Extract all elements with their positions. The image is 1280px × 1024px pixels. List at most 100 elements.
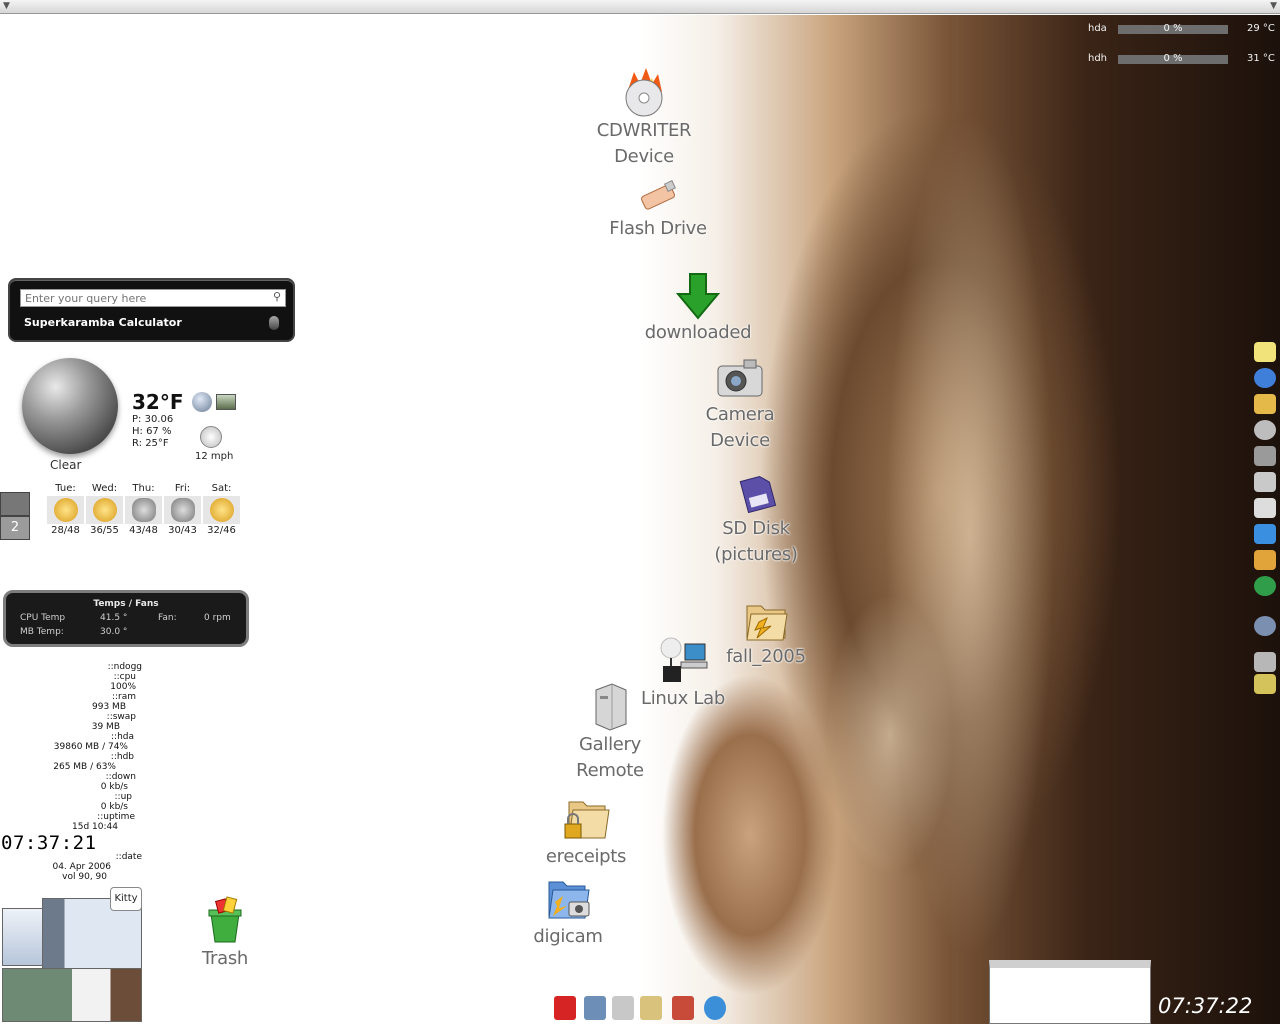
desktop-icon-trash[interactable]: Trash (186, 896, 264, 972)
right-launcher (1252, 340, 1278, 700)
terminal-icon[interactable] (584, 996, 606, 1020)
sysinfo-line: 15d 10:44 (72, 822, 118, 832)
sysinfo-line: ::cpu (113, 672, 136, 682)
temps-fans-widget: Temps / Fans CPU Temp 41.5 ° Fan: 0 rpm … (3, 590, 249, 647)
pager-icon[interactable] (1254, 652, 1276, 672)
mb-temp-value: 30.0 ° (100, 627, 128, 637)
date-widget: ::date 04. Apr 2006 vol 90, 90 (0, 852, 150, 882)
calculator-title: Superkaramba Calculator (24, 316, 182, 329)
notes-icon[interactable] (1254, 342, 1276, 362)
tools-icon[interactable] (1254, 446, 1276, 466)
folder-icon[interactable] (1254, 550, 1276, 570)
sysinfo-line: 993 MB (92, 702, 126, 712)
sysinfo-line: ::up (114, 792, 132, 802)
popup-window[interactable] (989, 960, 1151, 1024)
sysinfo-line: 0 kb/s (100, 802, 128, 812)
desktop-icon-downloaded[interactable]: downloaded (640, 272, 756, 346)
pager-icon[interactable] (1254, 674, 1276, 694)
edit-icon[interactable] (1254, 394, 1276, 414)
forecast-day-label: Thu: (125, 482, 162, 496)
icon-label-line1: Trash (201, 948, 249, 969)
humidity-value: H: 67 % (132, 426, 172, 437)
files-icon[interactable] (640, 996, 662, 1020)
desktop-icon-ereceipts[interactable]: ereceipts (536, 794, 636, 870)
current-temperature: 32°F (132, 390, 184, 414)
icon-label-line1: Flash Drive (609, 218, 707, 239)
desktop-icon-gallery-remote[interactable]: Gallery Remote (560, 680, 660, 784)
desktop-icon-cdwriter[interactable]: CDWRITER Device (592, 66, 696, 170)
icon-label-line1: SD Disk (722, 518, 790, 539)
calculator-query-input[interactable] (20, 289, 286, 307)
disk-label: hda (1088, 23, 1107, 34)
cloud-icon (131, 498, 156, 522)
chevron-down-icon[interactable]: ▼ (1270, 1, 1277, 11)
browser-icon[interactable] (704, 996, 726, 1020)
download-icon[interactable] (1254, 524, 1276, 544)
forecast-range: 36/55 (86, 524, 123, 538)
window-thumbnail[interactable] (2, 968, 142, 1022)
forecast-day: Wed: 36/55 (86, 482, 123, 538)
download-arrow-icon (675, 273, 721, 320)
radar-map-icon[interactable] (216, 394, 236, 410)
camera-folder-icon (548, 881, 590, 919)
moon-icon[interactable] (1254, 616, 1276, 636)
icon-label-line1: CDWRITER (596, 120, 692, 141)
desktop-icon-camera-device[interactable]: Camera Device (690, 354, 790, 454)
disc-icon[interactable] (1254, 368, 1276, 388)
music-icon[interactable] (612, 996, 634, 1020)
speaker-icon[interactable] (1254, 472, 1276, 492)
fan-value: 0 rpm (204, 613, 231, 623)
icon-label-line1: Gallery (578, 734, 641, 755)
pager-desktop-2[interactable]: 2 (0, 516, 30, 540)
calculator-toggle-button[interactable] (269, 316, 279, 330)
desktop-pager: 2 (0, 492, 30, 540)
app-launcher-icon[interactable] (554, 996, 576, 1020)
temps-title: Temps / Fans (93, 599, 159, 609)
kitty-label[interactable]: Kitty (110, 887, 142, 911)
panel-clock: 07:37:22 am (1158, 994, 1253, 1024)
package-icon[interactable] (672, 996, 694, 1020)
icon-label-line2: Device (710, 430, 770, 451)
desktop-icon-digicam[interactable]: digicam (520, 876, 616, 950)
search-icon[interactable]: ⚲ (273, 290, 281, 303)
gamepad-icon[interactable] (1254, 498, 1276, 518)
server-icon (595, 683, 627, 731)
chat-icon[interactable] (1254, 420, 1276, 440)
desktop-icon-flash-drive[interactable]: Flash Drive (606, 178, 710, 242)
wind-speed: 12 mph (195, 451, 234, 462)
bottom-launcher (550, 994, 730, 1022)
wind-direction-icon (200, 426, 222, 448)
cloud-icon (170, 498, 195, 522)
forecast-day-label: Sat: (203, 482, 240, 496)
calculator-widget: ⚲ Superkaramba Calculator (8, 278, 295, 342)
realfeel-value: R: 25°F (132, 438, 169, 449)
disk-usage-percent: 0 % (1163, 23, 1183, 34)
system-info-widget: ::ndogg ::cpu 100% ::ram 993 MB ::swap 3… (0, 662, 150, 832)
chevron-down-icon[interactable]: ▼ (3, 1, 10, 11)
sun-icon (53, 498, 78, 522)
globe-icon[interactable] (192, 392, 212, 412)
disk-row-hdh: hdh 0 % 31 °C (1080, 48, 1280, 78)
icon-label-line1: Camera (705, 404, 775, 425)
sysinfo-line: 39 MB (91, 722, 120, 732)
sysinfo-line: 39860 MB / 74% (53, 742, 128, 752)
sysinfo-line: ::ndogg (107, 662, 142, 672)
disk-temperature: 29 °C (1247, 23, 1275, 34)
weather-widget: Clear 32°F P: 30.06 H: 67 % R: 25°F 12 m… (0, 352, 245, 542)
disk-label: hdh (1088, 53, 1108, 64)
cpu-temp-value: 41.5 ° (100, 613, 128, 623)
desktop-icon-sd-disk[interactable]: SD Disk (pictures) (706, 472, 806, 568)
forecast-day: Sat: 32/46 (203, 482, 240, 538)
icon-label-line1: ereceipts (545, 846, 627, 867)
pager-desktop-1[interactable] (0, 492, 30, 516)
forecast-day: Fri: 30/43 (164, 482, 201, 538)
sun-icon (92, 498, 117, 522)
date-value: 04. Apr 2006 (52, 862, 111, 872)
folder-icon (746, 605, 788, 641)
desktop-icon-fall-2005[interactable]: fall_2005 (718, 596, 814, 670)
fan-label: Fan: (158, 613, 177, 623)
globe-icon[interactable] (1254, 576, 1276, 596)
sysinfo-line: ::ram (111, 692, 136, 702)
sysinfo-line: ::hdb (110, 752, 134, 762)
locked-folder-icon (564, 801, 610, 839)
